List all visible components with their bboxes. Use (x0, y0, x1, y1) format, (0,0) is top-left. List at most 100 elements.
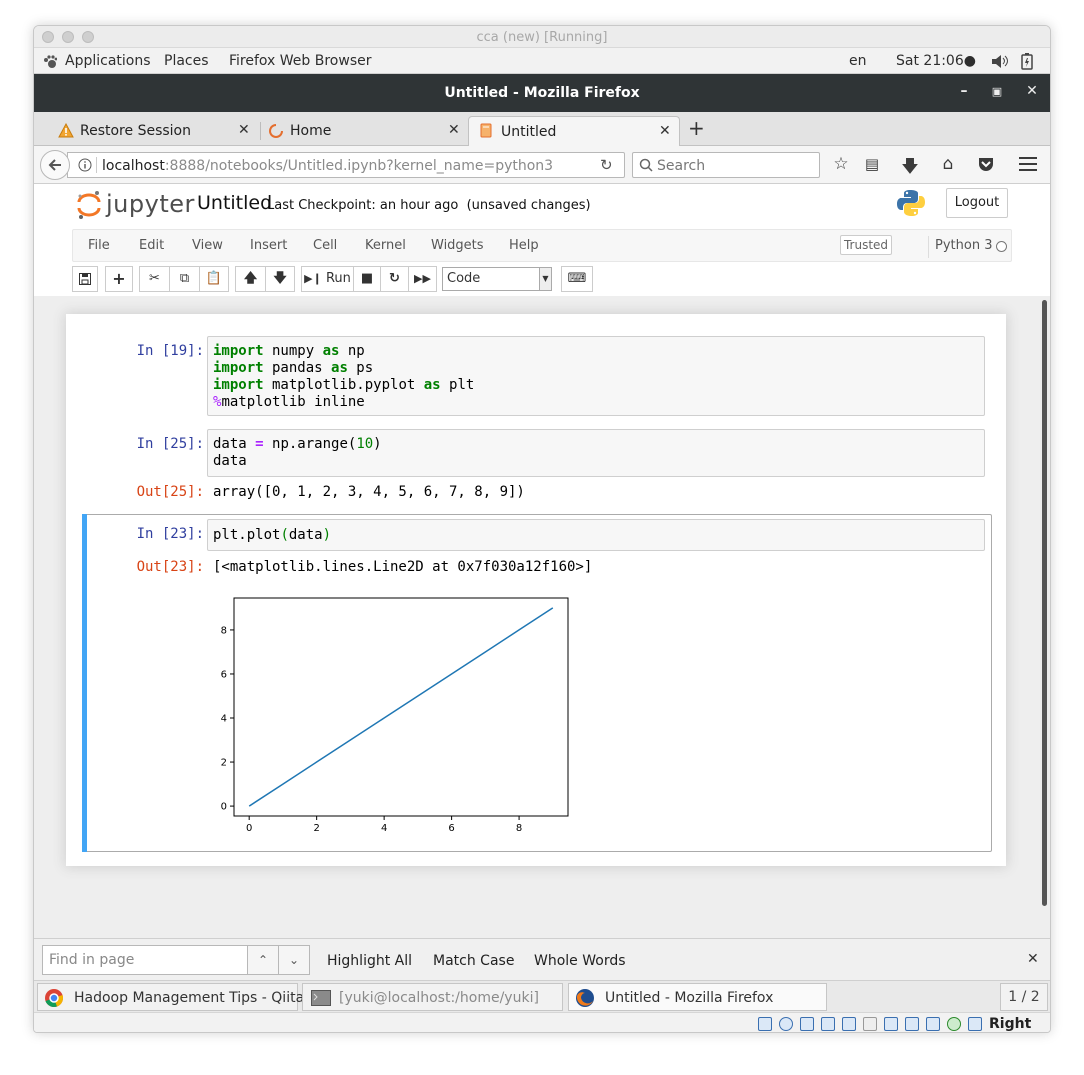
scrollbar-thumb[interactable] (1042, 300, 1047, 906)
plus-icon: + (112, 269, 126, 288)
code-text: plt.plot(data) (213, 527, 332, 543)
command-palette-button[interactable]: ⌨ (561, 266, 593, 292)
y-tick-label: 2 (221, 758, 227, 769)
close-findbar-icon[interactable]: ✕ (1027, 951, 1039, 967)
maximize-icon[interactable]: ▣ (987, 85, 1007, 98)
x-tick-label: 0 (246, 823, 252, 834)
reading-list-icon[interactable]: ▤ (861, 155, 883, 173)
cut-button[interactable]: ✂ (139, 266, 170, 292)
hamburger-menu-icon[interactable] (1019, 157, 1037, 171)
interrupt-button[interactable]: ■ (353, 266, 381, 292)
url-text[interactable]: localhost:8888/notebooks/Untitled.ipynb?… (102, 158, 553, 174)
task-chrome[interactable]: Hadoop Management Tips - Qiita - ... (37, 983, 331, 1011)
usb-icon[interactable] (842, 1017, 856, 1031)
find-next-button[interactable]: ⌄ (278, 945, 310, 975)
workspace-pager[interactable]: 1 / 2 (1000, 983, 1048, 1011)
task-terminal[interactable]: [yuki@localhost:/home/yuki] (302, 983, 563, 1011)
menu-help[interactable]: Help (509, 238, 539, 253)
find-previous-button[interactable]: ⌃ (247, 945, 279, 975)
applications-menu[interactable]: Applications (65, 53, 151, 69)
restart-run-all-button[interactable]: ▶▶ (408, 266, 437, 292)
find-bar: Find in page ⌃ ⌄ Highlight All Match Cas… (34, 938, 1050, 980)
whole-words-toggle[interactable]: Whole Words (534, 953, 626, 969)
code-cell-input[interactable]: data = np.arange(10) data (207, 429, 985, 477)
mouse-integration-icon[interactable] (968, 1017, 982, 1031)
paste-button[interactable]: 📋 (199, 266, 229, 292)
battery-icon[interactable] (1021, 53, 1033, 70)
task-firefox[interactable]: Untitled - Mozilla Firefox (568, 983, 827, 1011)
hard-disk-icon[interactable] (758, 1017, 772, 1031)
warning-icon (58, 123, 74, 138)
run-button[interactable]: ▶❙ Run (301, 266, 354, 292)
arrow-down-icon: 🡇 (273, 271, 287, 286)
info-icon[interactable] (78, 158, 92, 172)
guest-additions-icon[interactable] (947, 1017, 961, 1031)
save-button[interactable] (72, 266, 98, 292)
tab-untitled[interactable]: Untitled ✕ (468, 116, 680, 146)
tab-home[interactable]: Home ✕ (260, 116, 465, 146)
tab-label: Home (290, 123, 332, 139)
virtualization-icon[interactable] (926, 1017, 940, 1031)
menu-cell[interactable]: Cell (313, 238, 337, 253)
move-up-button[interactable]: 🡅 (235, 266, 266, 292)
shared-folders-icon[interactable] (863, 1017, 877, 1031)
code-cell-input[interactable]: plt.plot(data) (207, 519, 985, 551)
volume-icon[interactable] (991, 54, 1009, 69)
display-icon[interactable] (884, 1017, 898, 1031)
cell-type-select[interactable]: Code ▼ (442, 267, 552, 291)
active-app-menu[interactable]: Firefox Web Browser (229, 53, 372, 69)
minimize-icon[interactable]: – (954, 83, 974, 99)
new-tab-icon[interactable]: + (688, 116, 705, 140)
host-key-indicator[interactable]: Right ⌥ (989, 1016, 1050, 1032)
language-indicator[interactable]: en (849, 53, 867, 69)
places-menu[interactable]: Places (164, 53, 209, 69)
search-bar[interactable]: Search (632, 152, 820, 178)
url-bar[interactable]: localhost:8888/notebooks/Untitled.ipynb?… (67, 152, 625, 178)
logout-button[interactable]: Logout (946, 188, 1008, 218)
run-label: Run (325, 271, 351, 286)
close-icon[interactable]: ✕ (1022, 83, 1042, 99)
trusted-badge[interactable]: Trusted (840, 235, 892, 255)
restart-button[interactable]: ↻ (380, 266, 409, 292)
menu-insert[interactable]: Insert (250, 238, 287, 253)
optical-drive-icon[interactable] (779, 1017, 793, 1031)
menu-view[interactable]: View (192, 238, 223, 253)
menu-edit[interactable]: Edit (139, 238, 164, 253)
audio-icon[interactable] (800, 1017, 814, 1031)
last-checkpoint: Last Checkpoint: an hour ago (267, 198, 459, 213)
jupyter-logo-icon[interactable] (76, 190, 102, 220)
menu-kernel[interactable]: Kernel (365, 238, 406, 253)
tab-restore-session[interactable]: Restore Session ✕ (46, 116, 258, 146)
network-icon[interactable] (821, 1017, 835, 1031)
download-icon[interactable]: 🡇 (899, 154, 921, 183)
url-divider (96, 157, 97, 173)
stop-icon: ■ (360, 271, 374, 286)
find-input[interactable]: Find in page (42, 945, 248, 975)
clock[interactable]: Sat 21:06● (896, 53, 976, 69)
notebook-name[interactable]: Untitled (197, 192, 272, 214)
highlight-all-toggle[interactable]: Highlight All (327, 953, 412, 969)
kernel-name[interactable]: Python 3 (935, 238, 992, 253)
menu-file[interactable]: File (88, 238, 110, 253)
bookmark-star-icon[interactable]: ☆ (830, 154, 852, 174)
close-tab-icon[interactable]: ✕ (448, 122, 460, 138)
search-placeholder: Search (657, 158, 706, 174)
code-cell-input[interactable]: import numpy as np import pandas as ps i… (207, 336, 985, 416)
move-down-button[interactable]: 🡇 (265, 266, 295, 292)
close-tab-icon[interactable]: ✕ (238, 122, 250, 138)
pocket-icon[interactable] (977, 156, 995, 172)
y-tick-label: 4 (221, 714, 227, 725)
back-button[interactable] (40, 150, 70, 180)
output-prompt: Out[23]: (136, 559, 204, 575)
close-tab-icon[interactable]: ✕ (659, 123, 671, 139)
y-tick-label: 8 (221, 625, 227, 636)
video-capture-icon[interactable] (905, 1017, 919, 1031)
home-icon[interactable]: ⌂ (937, 154, 959, 174)
match-case-toggle[interactable]: Match Case (433, 953, 514, 969)
python-logo-icon (897, 190, 925, 216)
copy-button[interactable]: ⧉ (169, 266, 200, 292)
menu-widgets[interactable]: Widgets (431, 238, 484, 253)
jupyter-logo-text[interactable]: jupyter (106, 190, 195, 218)
reload-icon[interactable]: ↻ (600, 156, 613, 174)
insert-cell-button[interactable]: + (105, 266, 133, 292)
